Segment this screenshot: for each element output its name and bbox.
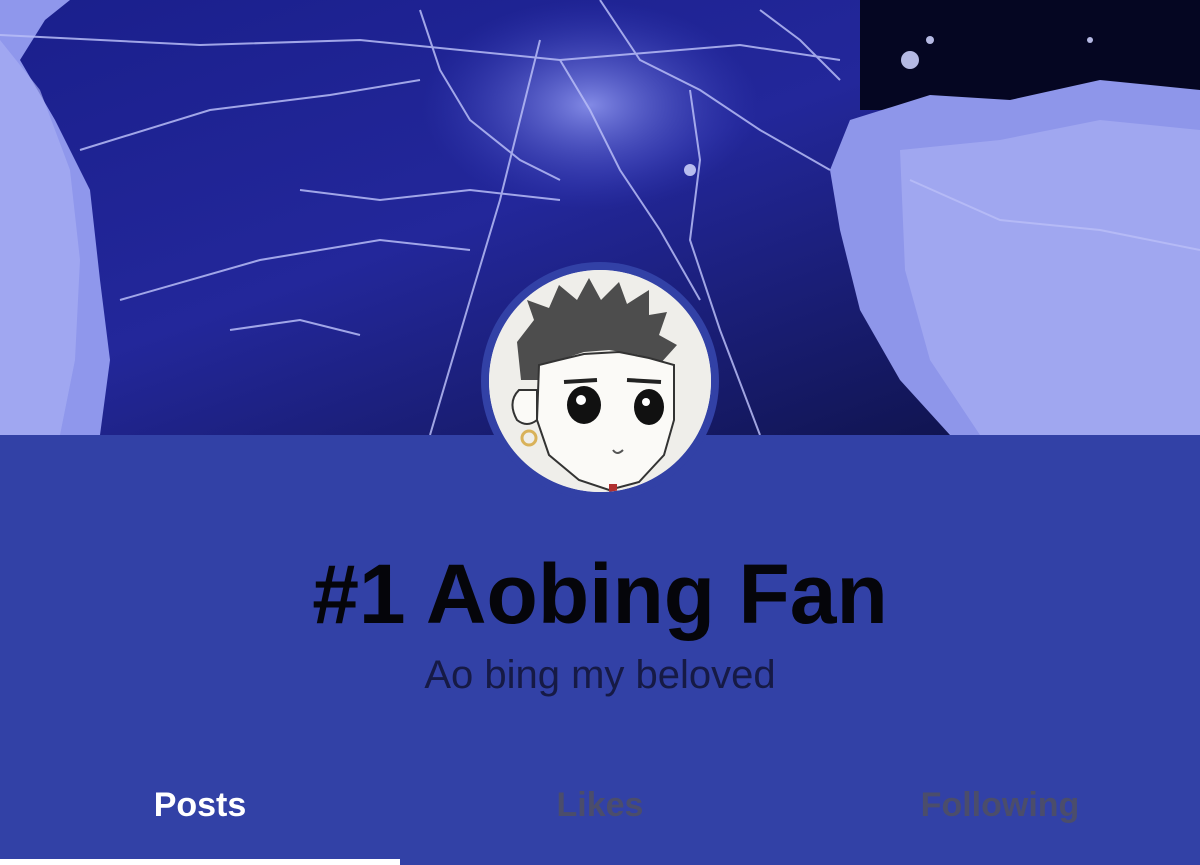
tab-likes-label: Likes — [556, 786, 644, 824]
tab-following-label: Following — [920, 786, 1080, 824]
blog-profile-page: #1 Aobing Fan Ao bing my beloved Posts L… — [0, 0, 1200, 865]
anime-character-avatar-graphic — [489, 270, 711, 492]
avatar-border — [481, 262, 719, 500]
blog-description: Ao bing my beloved — [424, 653, 776, 697]
active-tab-indicator — [0, 859, 400, 865]
tab-likes[interactable]: Likes — [400, 760, 800, 865]
tab-following[interactable]: Following — [800, 760, 1200, 865]
tab-posts-label: Posts — [153, 786, 247, 824]
profile-tabs: Posts Likes Following — [0, 760, 1200, 865]
blog-title: #1 Aobing Fan — [312, 547, 888, 641]
avatar[interactable] — [489, 270, 711, 492]
tab-posts[interactable]: Posts — [0, 760, 400, 865]
